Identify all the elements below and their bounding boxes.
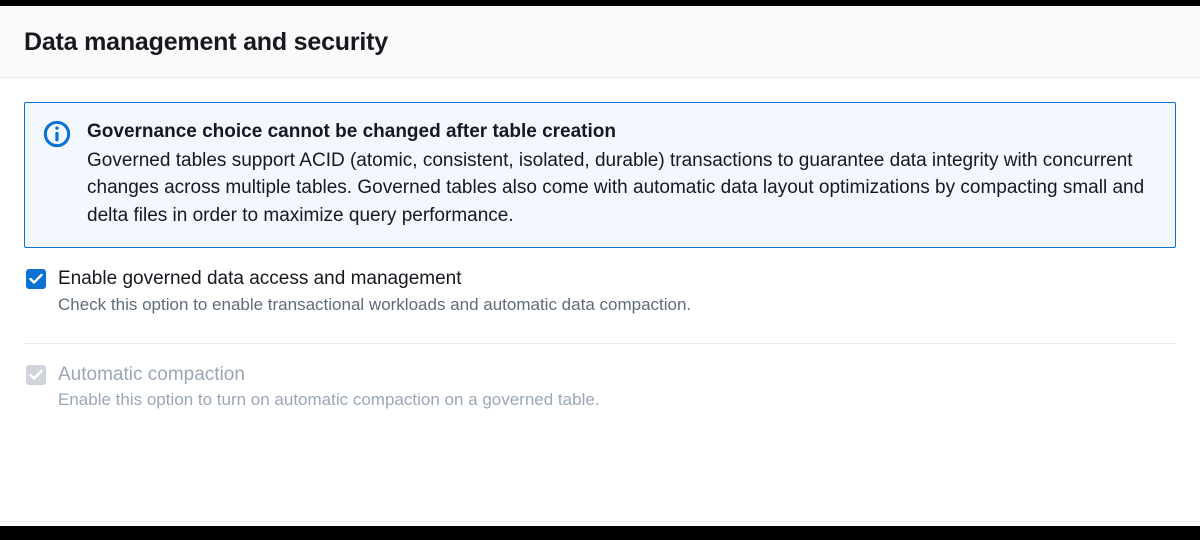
info-alert: Governance choice cannot be changed afte… (24, 102, 1176, 248)
alert-body: Governed tables support ACID (atomic, co… (87, 147, 1157, 230)
alert-text: Governance choice cannot be changed afte… (87, 119, 1157, 229)
governed-access-description: Check this option to enable transactiona… (58, 293, 1176, 317)
governed-access-option: Enable governed data access and manageme… (24, 266, 1176, 316)
section-header: Data management and security (0, 6, 1200, 78)
divider (24, 343, 1176, 344)
alert-heading: Governance choice cannot be changed afte… (87, 119, 1157, 145)
governed-access-label: Enable governed data access and manageme… (58, 266, 1176, 292)
automatic-compaction-checkbox (26, 365, 46, 385)
section-title: Data management and security (24, 28, 1176, 57)
window-bottom-bar (0, 526, 1200, 540)
automatic-compaction-description: Enable this option to turn on automatic … (58, 388, 1176, 412)
automatic-compaction-label: Automatic compaction (58, 362, 1176, 388)
automatic-compaction-text: Automatic compaction Enable this option … (58, 362, 1176, 412)
content-panel: Governance choice cannot be changed afte… (0, 78, 1200, 436)
automatic-compaction-option: Automatic compaction Enable this option … (24, 362, 1176, 412)
panel-bottom-border (0, 521, 1200, 522)
governed-access-checkbox[interactable] (26, 269, 46, 289)
governed-access-text: Enable governed data access and manageme… (58, 266, 1176, 316)
info-icon (43, 120, 71, 148)
